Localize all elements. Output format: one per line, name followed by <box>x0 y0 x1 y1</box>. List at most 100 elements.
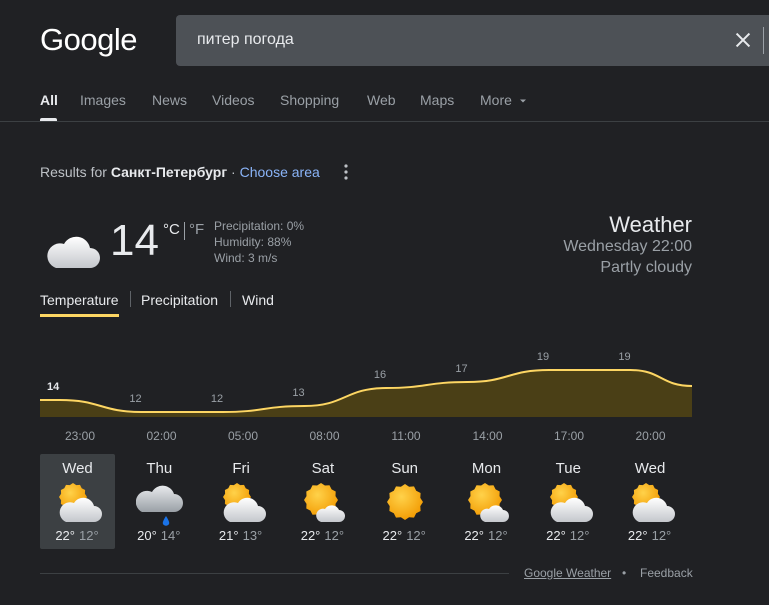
more-vert-icon[interactable] <box>342 163 350 181</box>
forecast-day-name: Sun <box>391 460 419 477</box>
results-for-prefix: Results for <box>40 164 107 180</box>
wind-detail: Wind: 3 m/s <box>214 251 278 265</box>
choose-area-link[interactable]: Choose area <box>240 164 320 180</box>
subtab-wind[interactable]: Wind <box>242 292 274 308</box>
subtab-temperature[interactable]: Temperature <box>40 292 119 308</box>
chart-x-tick: 14:00 <box>472 429 502 443</box>
subtab-divider <box>230 291 231 307</box>
chart-data-label: 19 <box>537 351 549 363</box>
unit-divider <box>184 222 185 240</box>
chart-data-label: 13 <box>292 387 304 399</box>
chart-data-label: 12 <box>211 393 223 405</box>
forecast-low: 13° <box>242 528 263 543</box>
humidity-detail: Humidity: 88% <box>214 235 292 249</box>
caret-down-icon <box>519 99 526 103</box>
partly-cloudy-icon <box>631 483 675 522</box>
sunny-icon <box>387 484 424 520</box>
chart-x-tick: 05:00 <box>228 429 258 443</box>
tab-more[interactable]: More <box>480 92 527 108</box>
chart-x-tick: 23:00 <box>65 429 95 443</box>
tab-news[interactable]: News <box>152 92 187 108</box>
forecast-high: 22° <box>546 528 566 543</box>
chart-data-label: 14 <box>47 381 60 393</box>
forecast-high: 21° <box>218 528 239 543</box>
forecast-day[interactable]: Wed 22° 12° <box>613 454 688 549</box>
results-for: Results for Санкт-Петербург · Choose are… <box>40 164 320 180</box>
weather-title: Weather <box>609 212 692 237</box>
forecast-day-name: Thu <box>146 460 173 477</box>
forecast-high: 22° <box>300 528 321 543</box>
mostly-sunny-icon <box>468 483 509 522</box>
search-divider <box>763 27 764 54</box>
chart-data-label: 16 <box>374 369 386 381</box>
chart-x-tick: 20:00 <box>635 429 665 443</box>
forecast-day[interactable]: Sun 22° 12° <box>367 454 442 549</box>
forecast-day[interactable]: Thu 20° 14° <box>122 454 197 549</box>
tab-shopping[interactable]: Shopping <box>280 92 339 108</box>
forecast-day[interactable]: Tue 22° 12° <box>531 454 606 549</box>
search-query[interactable]: питер погода <box>197 31 294 49</box>
google-logo[interactable]: Google <box>40 22 137 58</box>
feedback-link[interactable]: Feedback <box>640 566 693 580</box>
chart-x-tick: 02:00 <box>146 429 176 443</box>
precipitation-detail: Precipitation: 0% <box>214 219 305 233</box>
weather-time: Wednesday 22:00 <box>563 238 692 255</box>
forecast-day-name: Sat <box>311 460 335 477</box>
forecast-high: 22° <box>627 528 648 543</box>
temperature-chart[interactable]: 14 12 12 13 16 17 19 19 23:00 02:00 05:00 08:00 11:0… <box>0 340 769 450</box>
forecast-day-name: Wed <box>62 460 93 477</box>
tab-images[interactable]: Images <box>80 92 126 108</box>
tab-more-label: More <box>480 92 512 108</box>
footer-divider <box>40 573 509 574</box>
current-temp: 14 <box>110 216 159 265</box>
forecast-day[interactable]: Wed 22° 12° <box>40 454 115 549</box>
forecast-low: 12° <box>79 528 99 543</box>
forecast-low: 12° <box>406 528 426 543</box>
tab-videos[interactable]: Videos <box>212 92 255 108</box>
rain-icon <box>135 485 183 526</box>
unit-fahrenheit[interactable]: °F <box>189 221 204 238</box>
tab-web[interactable]: Web <box>367 92 396 108</box>
forecast-low: 12° <box>488 528 508 543</box>
subtab-precipitation[interactable]: Precipitation <box>141 292 218 308</box>
chart-data-label: 19 <box>618 351 630 363</box>
google-weather-link[interactable]: Google Weather <box>524 566 611 580</box>
location-sep: · <box>227 164 240 180</box>
chart-x-tick: 11:00 <box>391 429 420 443</box>
mostly-sunny-icon <box>304 483 346 522</box>
tab-maps[interactable]: Maps <box>420 92 454 108</box>
partly-cloudy-icon <box>222 483 266 522</box>
forecast-high: 20° <box>137 528 157 543</box>
forecast-low: 12° <box>324 528 345 543</box>
search-box[interactable]: питер погода <box>176 15 769 66</box>
chart-data-label: 12 <box>129 393 141 405</box>
forecast-low: 14° <box>160 528 181 543</box>
forecast-low: 12° <box>651 528 672 543</box>
tab-all[interactable]: All <box>40 92 58 108</box>
forecast-day-name: Fri <box>232 460 250 477</box>
unit-celsius[interactable]: °C <box>163 221 180 238</box>
forecast-high: 22° <box>382 528 403 543</box>
partly-cloudy-icon <box>549 483 593 522</box>
forecast-day[interactable]: Fri 21° 13° <box>204 454 279 549</box>
forecast-day[interactable]: Sat 22° 12° <box>285 454 360 549</box>
partly-cloudy-night-icon <box>38 216 100 268</box>
chart-x-tick: 08:00 <box>309 429 339 443</box>
location-city: Санкт-Петербург <box>110 164 228 180</box>
forecast-low: 12° <box>569 528 590 543</box>
forecast-day-name: Tue <box>555 460 581 477</box>
clear-icon[interactable] <box>732 29 754 51</box>
forecast-day-name: Mon <box>471 460 502 477</box>
weather-condition: Partly cloudy <box>600 259 692 276</box>
chart-data-label: 17 <box>455 363 467 375</box>
chart-x-tick: 17:00 <box>554 429 584 443</box>
subtab-divider <box>130 291 131 307</box>
forecast-day-name: Wed <box>634 460 666 477</box>
subtab-indicator <box>40 314 119 317</box>
footer-bullet: • <box>622 566 627 580</box>
forecast-high: 22° <box>55 528 75 543</box>
forecast-high: 22° <box>464 528 484 543</box>
forecast-day[interactable]: Mon 22° 12° <box>449 454 524 549</box>
header-divider <box>0 121 769 122</box>
partly-cloudy-icon <box>59 483 102 522</box>
